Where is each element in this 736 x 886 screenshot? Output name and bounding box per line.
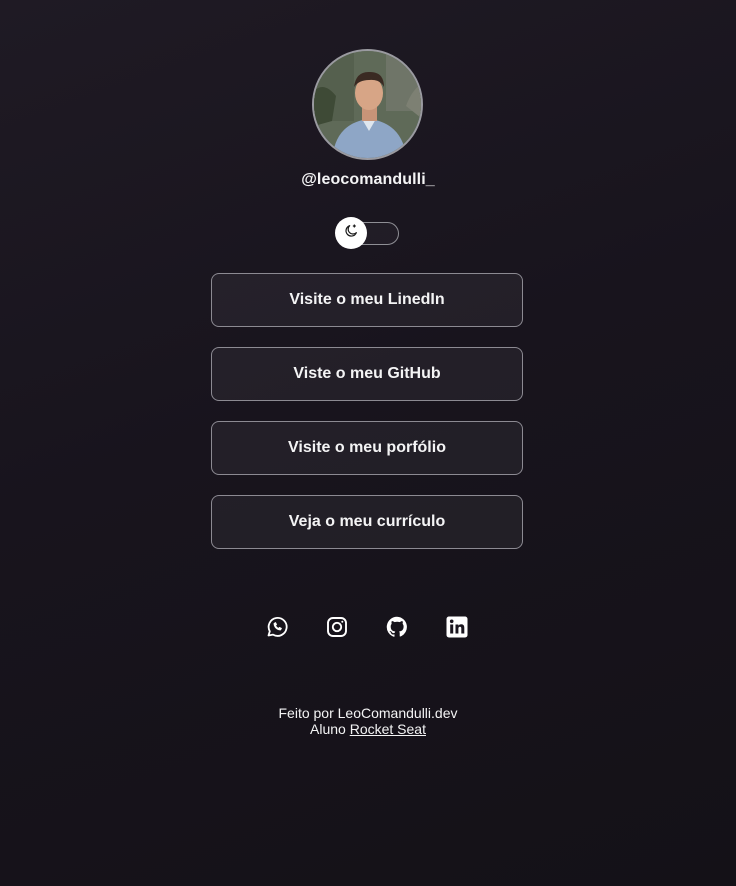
rocketseat-link[interactable]: Rocket Seat xyxy=(350,721,426,737)
footer-credit: Feito por LeoComandulli.dev xyxy=(278,705,458,721)
footer-school-line: Aluno Rocket Seat xyxy=(0,721,736,737)
profile-page: @leocomandulli_ Visite o meu LinedIn Vis… xyxy=(0,0,736,886)
username: @leocomandulli_ xyxy=(301,171,435,188)
linkedin-icon[interactable] xyxy=(444,614,470,640)
linkedin-link-button[interactable]: Visite o meu LinedIn xyxy=(211,273,523,327)
resume-link-button[interactable]: Veja o meu currículo xyxy=(211,495,523,549)
footer: Feito por LeoComandulli.dev Aluno Rocket… xyxy=(0,705,736,737)
whatsapp-icon[interactable] xyxy=(264,614,290,640)
social-links xyxy=(0,614,736,640)
footer-student-prefix: Aluno xyxy=(310,721,346,737)
moon-icon xyxy=(343,223,359,244)
github-icon[interactable] xyxy=(384,614,410,640)
avatar xyxy=(312,49,423,160)
toggle-knob[interactable] xyxy=(335,217,367,249)
avatar-photo xyxy=(314,51,421,158)
github-link-button[interactable]: Viste o meu GitHub xyxy=(211,347,523,401)
portfolio-link-button[interactable]: Visite o meu porfólio xyxy=(211,421,523,475)
instagram-icon[interactable] xyxy=(324,614,350,640)
theme-toggle[interactable] xyxy=(335,217,399,249)
